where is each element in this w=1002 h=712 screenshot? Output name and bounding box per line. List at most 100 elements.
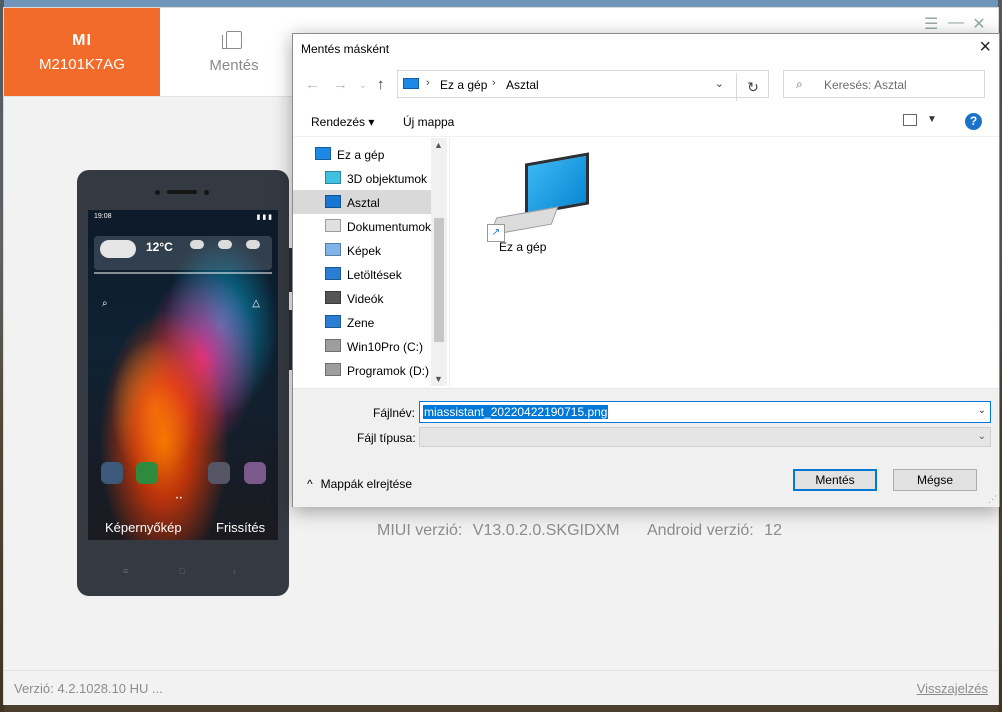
chevron-down-icon[interactable]: ⌄ (978, 405, 986, 416)
organize-button[interactable]: Rendezés ▾ (311, 115, 374, 129)
weather-temperature: 12°C (146, 240, 173, 254)
hide-folders-label: Mappák elrejtése (320, 477, 413, 491)
resize-grip-icon[interactable]: ⋰ (988, 494, 997, 505)
filename-input[interactable]: miassistant_20220422190715.png ⌄ (419, 401, 991, 423)
tree-item[interactable]: Ez a gép (293, 142, 431, 166)
minimize-icon[interactable]: — (948, 14, 964, 34)
app-footer: Verzió: 4.2.1028.10 HU ... Visszajelzés (4, 670, 998, 705)
phone-action-bar: Képernyőkép Frissítés (88, 510, 278, 540)
cloud-icon (246, 240, 260, 249)
dialog-title: Mentés másként (301, 42, 390, 56)
device-tab[interactable]: MI M2101K7AG (4, 8, 160, 96)
address-row: ← → ⌄ ↑ › Ez a gép › Asztal ⌄ ↻ ⌕ Keresé… (293, 68, 999, 102)
back-arrow-icon[interactable]: ← (305, 76, 320, 93)
tree-item[interactable]: Letöltések (293, 262, 431, 286)
navigation-scrollbar[interactable]: ▲ ▼ (431, 138, 447, 386)
tree-item-label: Asztal (347, 196, 380, 210)
refresh-button[interactable]: Frissítés (216, 520, 265, 535)
feedback-link[interactable]: Visszajelzés (917, 681, 988, 696)
desktop-icon (325, 195, 341, 208)
view-dropdown-icon[interactable]: ▼ (927, 114, 937, 125)
page-dots: • • (176, 496, 182, 502)
phone-speaker (167, 190, 197, 194)
up-arrow-icon[interactable]: ↑ (377, 76, 385, 93)
weather-widget: 12°C (94, 236, 272, 270)
tools-app-icon (244, 462, 266, 484)
forward-arrow-icon[interactable]: → (333, 76, 348, 93)
breadcrumb-desktop[interactable]: Asztal (506, 78, 539, 92)
breadcrumb-separator: › (492, 77, 496, 89)
scroll-down-icon[interactable]: ▼ (434, 374, 443, 384)
scroll-up-icon[interactable]: ▲ (434, 140, 443, 150)
refresh-icon[interactable]: ↻ (736, 73, 769, 101)
app-version: Verzió: 4.2.1028.10 HU ... (14, 681, 163, 696)
mi-logo: MI (72, 31, 92, 49)
backup-tab[interactable]: Mentés (194, 8, 274, 96)
address-bar[interactable]: › Ez a gép › Asztal ⌄ ↻ (397, 70, 769, 101)
tree-item[interactable]: 3D objektumok (293, 166, 431, 190)
tree-item[interactable]: Videók (293, 286, 431, 310)
cancel-button[interactable]: Mégse (893, 469, 977, 491)
filetype-select[interactable]: ⌄ (419, 427, 991, 447)
search-icon: ⌕ (796, 77, 803, 91)
pc-icon (315, 147, 331, 160)
tree-item[interactable]: Asztal (293, 190, 431, 214)
phone-time: 19:08 (94, 213, 112, 220)
tree-item[interactable]: Dokumentumok (293, 214, 431, 238)
tree-item-label: Videók (347, 292, 384, 306)
navigation-pane: Programok (D:) Win10Pro (C:) Zene Videók Let… (293, 138, 450, 386)
menu-icon: ≡ (123, 566, 129, 576)
chevron-down-icon[interactable]: ⌄ (978, 431, 986, 442)
save-button[interactable]: Mentés (793, 469, 877, 491)
dialog-toolbar: Rendezés ▾ Új mappa ▼ ? (293, 108, 999, 137)
phone-preview: 19:08 ▮ ▮ ▮ 12°C ⌕ △ • • Képernyőkép Fri… (77, 170, 292, 596)
dialog-close-button[interactable]: × (979, 36, 991, 59)
tree-item[interactable]: Win10Pro (C:) (293, 334, 431, 358)
recent-dropdown-icon[interactable]: ⌄ (359, 80, 367, 91)
assistant-icon: △ (252, 298, 260, 309)
tree-item[interactable]: Képek (293, 238, 431, 262)
search-input[interactable]: ⌕ Keresés: Asztal (783, 70, 985, 98)
cloud-icon (218, 240, 232, 249)
phone-search-bar: ⌕ △ (98, 298, 268, 312)
save-as-dialog: Mentés másként × ← → ⌄ ↑ › Ez a gép › As… (292, 33, 1000, 507)
help-icon[interactable]: ? (965, 113, 982, 130)
android-version-value: 12 (764, 522, 782, 539)
tree-item[interactable]: Zene (293, 310, 431, 334)
tree-item-label: Ez a gép (337, 148, 385, 162)
file-item-label: Ez a gép (499, 240, 547, 254)
tree-item-label: Dokumentumok (347, 220, 432, 234)
tree-item-label: Képek (347, 244, 382, 258)
drive-icon (325, 339, 341, 352)
phone-status-bar: 19:08 ▮ ▮ ▮ (94, 213, 272, 223)
miui-version-label: MIUI verzió: (377, 522, 463, 539)
security-app-icon (136, 462, 158, 484)
screenshot-button[interactable]: Képernyőkép (105, 520, 182, 535)
android-version-label: Android verzió: (647, 522, 754, 539)
home-icon: □ (179, 566, 185, 576)
phone-camera (204, 190, 209, 195)
close-icon[interactable]: ✕ (972, 14, 986, 34)
chevron-down-icon[interactable]: ⌄ (715, 77, 724, 90)
scrollbar-thumb[interactable] (434, 218, 444, 342)
file-view: ↗ Ez a gép (451, 138, 997, 386)
hide-folders-button[interactable]: ^ Mappák elrejtése (307, 477, 412, 491)
app-icon (101, 462, 123, 484)
date-bar (94, 272, 272, 274)
phone-screen: 19:08 ▮ ▮ ▮ 12°C ⌕ △ • • Képernyőkép Fri… (88, 210, 278, 540)
filename-value: miassistant_20220422190715.png (423, 405, 609, 419)
tree-item-label: Win10Pro (C:) (347, 340, 424, 354)
search-placeholder: Keresés: Asztal (824, 78, 907, 92)
phone-nav-bar: ≡ □ ‹ (77, 566, 289, 580)
backup-tab-label: Mentés (209, 56, 259, 74)
file-item-this-pc[interactable]: ↗ (485, 152, 589, 242)
breadcrumb-this-pc[interactable]: Ez a gép (440, 78, 487, 92)
filename-label: Fájlnév: (373, 406, 416, 420)
phone-status-icons: ▮ ▮ ▮ (256, 214, 272, 221)
tree-item-label: Letöltések (347, 268, 402, 282)
android-version: Android verzió: 12 (647, 522, 782, 540)
view-icon[interactable] (903, 114, 917, 126)
menu-icon[interactable]: ☰ (924, 14, 938, 34)
tree-item[interactable]: Programok (D:) (293, 358, 431, 382)
new-folder-button[interactable]: Új mappa (403, 115, 454, 129)
